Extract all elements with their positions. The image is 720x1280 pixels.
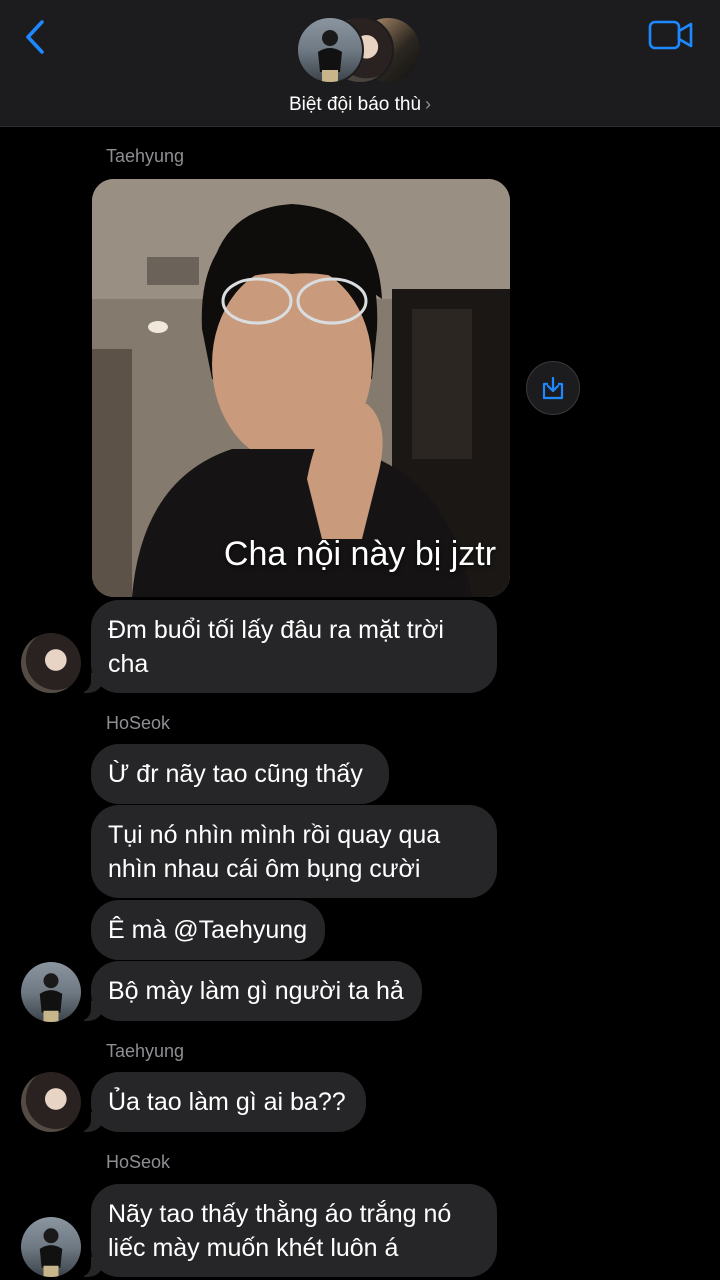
person-figure bbox=[39, 973, 63, 1022]
sender-name: Taehyung bbox=[106, 146, 185, 166]
video-call-button[interactable] bbox=[648, 18, 694, 52]
group-name: Biệt đội báo thù bbox=[288, 94, 422, 115]
message-text: Ừ đr nãy tao cũng thấy bbox=[108, 760, 363, 788]
sender-avatar-taehyung[interactable] bbox=[21, 633, 81, 693]
sender-avatar-taehyung[interactable] bbox=[21, 1072, 81, 1132]
message-bubble[interactable]: Nãy tao thấy thằng áo trắng nó liếc mày … bbox=[79, 1184, 497, 1277]
message-bubble[interactable]: Ủa tao làm gì ai ba?? bbox=[79, 1072, 366, 1132]
message-bubble[interactable]: Tụi nó nhìn mình rồi quay qua nhìn nhau … bbox=[91, 805, 497, 898]
message-text: Ê mà @Taehyung bbox=[108, 916, 308, 944]
message-bubble[interactable]: Ê mà @Taehyung bbox=[91, 900, 325, 960]
back-button[interactable] bbox=[22, 18, 52, 56]
download-icon bbox=[542, 376, 564, 400]
chevron-right-icon: › bbox=[425, 94, 432, 114]
sender-name: Taehyung bbox=[106, 1041, 185, 1061]
message-bubble[interactable]: Bộ mày làm gì người ta hả bbox=[79, 961, 422, 1021]
group-avatar-1 bbox=[296, 16, 364, 84]
message-bubble[interactable]: Đm buổi tối lấy đâu ra mặt trời cha bbox=[79, 600, 497, 693]
chevron-left-icon bbox=[26, 20, 44, 54]
message-text: Nãy tao thấy thằng áo trắng nó liếc mày … bbox=[108, 1199, 452, 1262]
save-video-button[interactable] bbox=[526, 361, 580, 415]
video-caption: Cha nội này bị jztr bbox=[223, 535, 497, 573]
group-title[interactable]: Biệt đội báo thù › bbox=[0, 94, 720, 116]
sender-avatar-hoseok[interactable] bbox=[21, 1217, 81, 1277]
group-avatars[interactable] bbox=[296, 16, 426, 86]
message-bubble[interactable]: Ừ đr nãy tao cũng thấy bbox=[91, 744, 389, 804]
chat-header: Biệt đội báo thù › bbox=[0, 0, 720, 127]
person-figure bbox=[318, 30, 342, 82]
video-camera-icon bbox=[648, 20, 693, 50]
message-text: Bộ mày làm gì người ta hả bbox=[108, 977, 404, 1005]
message-text: Ủa tao làm gì ai ba?? bbox=[108, 1088, 346, 1116]
sender-avatar-hoseok[interactable] bbox=[21, 962, 81, 1022]
person-figure bbox=[39, 1228, 63, 1277]
message-text: Tụi nó nhìn mình rồi quay qua nhìn nhau … bbox=[108, 820, 441, 883]
sender-name: HoSeok bbox=[106, 1152, 171, 1172]
message-text: Đm buổi tối lấy đâu ra mặt trời cha bbox=[108, 615, 444, 678]
sender-name: HoSeok bbox=[106, 713, 171, 733]
